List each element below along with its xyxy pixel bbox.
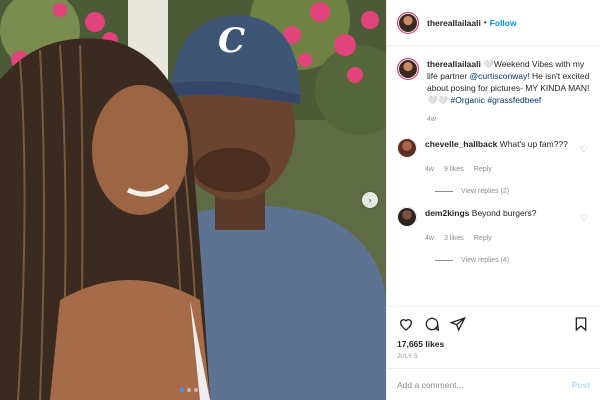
comment-username[interactable]: dem2kings: [425, 208, 469, 218]
heart-icon[interactable]: [397, 315, 415, 333]
comment-item: chevelle_hallback What's up fam??? 4w 9 …: [397, 138, 590, 176]
post-side-panel: thereallailaali • Follow thereallailaali…: [386, 0, 600, 400]
comment-like-heart-icon[interactable]: ♡: [580, 144, 588, 155]
reply-button[interactable]: Reply: [474, 164, 492, 176]
caption-username[interactable]: thereallailaali: [427, 59, 481, 69]
separator-dot: •: [483, 18, 487, 27]
bookmark-icon[interactable]: [572, 315, 590, 333]
comment-text: Beyond burgers?: [471, 208, 537, 218]
caption-avatar[interactable]: [397, 58, 419, 80]
comments-section: thereallailaali 🤍Weekend Vibes with my l…: [387, 46, 600, 306]
carousel-dot: [187, 388, 191, 392]
comment-time: 4w: [425, 235, 434, 242]
share-icon[interactable]: [449, 315, 467, 333]
caption-time: 4w: [427, 116, 436, 123]
comment-time: 4w: [425, 166, 434, 173]
hashtag-grassfedbeef-link[interactable]: #grassfedbeef: [487, 95, 541, 105]
couple-selfie-image: C: [0, 0, 386, 400]
comment-username[interactable]: chevelle_hallback: [425, 139, 497, 149]
post-username[interactable]: thereallailaali: [427, 18, 481, 28]
comment-text: What's up fam???: [499, 139, 568, 149]
view-replies-label: View replies (4): [461, 257, 510, 264]
commenter-avatar[interactable]: [397, 207, 417, 227]
carousel-dot: [194, 388, 198, 392]
comment-meta: 4w 3 likes Reply: [425, 233, 585, 245]
view-replies-label: View replies (2): [461, 188, 510, 195]
svg-text:C: C: [218, 21, 245, 61]
likes-count[interactable]: 17,665 likes: [397, 339, 590, 349]
comment-body: dem2kings Beyond burgers? 4w 3 likes Rep…: [425, 207, 585, 245]
action-icons: [397, 315, 590, 333]
follow-button[interactable]: Follow: [490, 18, 517, 28]
post-header: thereallailaali • Follow: [387, 0, 600, 46]
add-comment-bar: Post: [387, 368, 600, 400]
comment-input[interactable]: [397, 379, 572, 390]
instagram-post: C › thereallailaali • Follow thereallail…: [0, 0, 600, 400]
caption-mention-link[interactable]: @curtisconway!: [470, 71, 530, 81]
post-comment-button[interactable]: Post: [572, 380, 590, 390]
replies-line-divider: [435, 260, 453, 261]
post-date: JULY 5: [397, 354, 418, 360]
comment-meta: 4w 9 likes Reply: [425, 164, 585, 176]
hashtag-organic-link[interactable]: #Organic: [451, 95, 486, 105]
post-actions: 17,665 likes JULY 5: [387, 306, 600, 368]
reply-button[interactable]: Reply: [474, 233, 492, 245]
commenter-avatar[interactable]: [397, 138, 417, 158]
profile-avatar[interactable]: [397, 11, 419, 34]
view-replies-button[interactable]: View replies (4): [435, 257, 590, 264]
comment-likes[interactable]: 9 likes: [444, 164, 464, 176]
comment-body: chevelle_hallback What's up fam??? 4w 9 …: [425, 138, 585, 176]
view-replies-button[interactable]: View replies (2): [435, 188, 590, 195]
caption-body: thereallailaali 🤍Weekend Vibes with my l…: [427, 58, 590, 126]
comment-icon[interactable]: [423, 315, 441, 333]
replies-line-divider: [435, 191, 453, 192]
comment-item: dem2kings Beyond burgers? 4w 3 likes Rep…: [397, 207, 590, 245]
post-caption: thereallailaali 🤍Weekend Vibes with my l…: [397, 58, 590, 126]
carousel-dots: [180, 388, 198, 392]
comment-likes[interactable]: 3 likes: [444, 233, 464, 245]
comment-like-heart-icon[interactable]: ♡: [580, 213, 588, 224]
next-photo-button[interactable]: ›: [362, 192, 378, 208]
post-photo[interactable]: C ›: [0, 0, 386, 400]
carousel-dot-active: [180, 388, 184, 392]
